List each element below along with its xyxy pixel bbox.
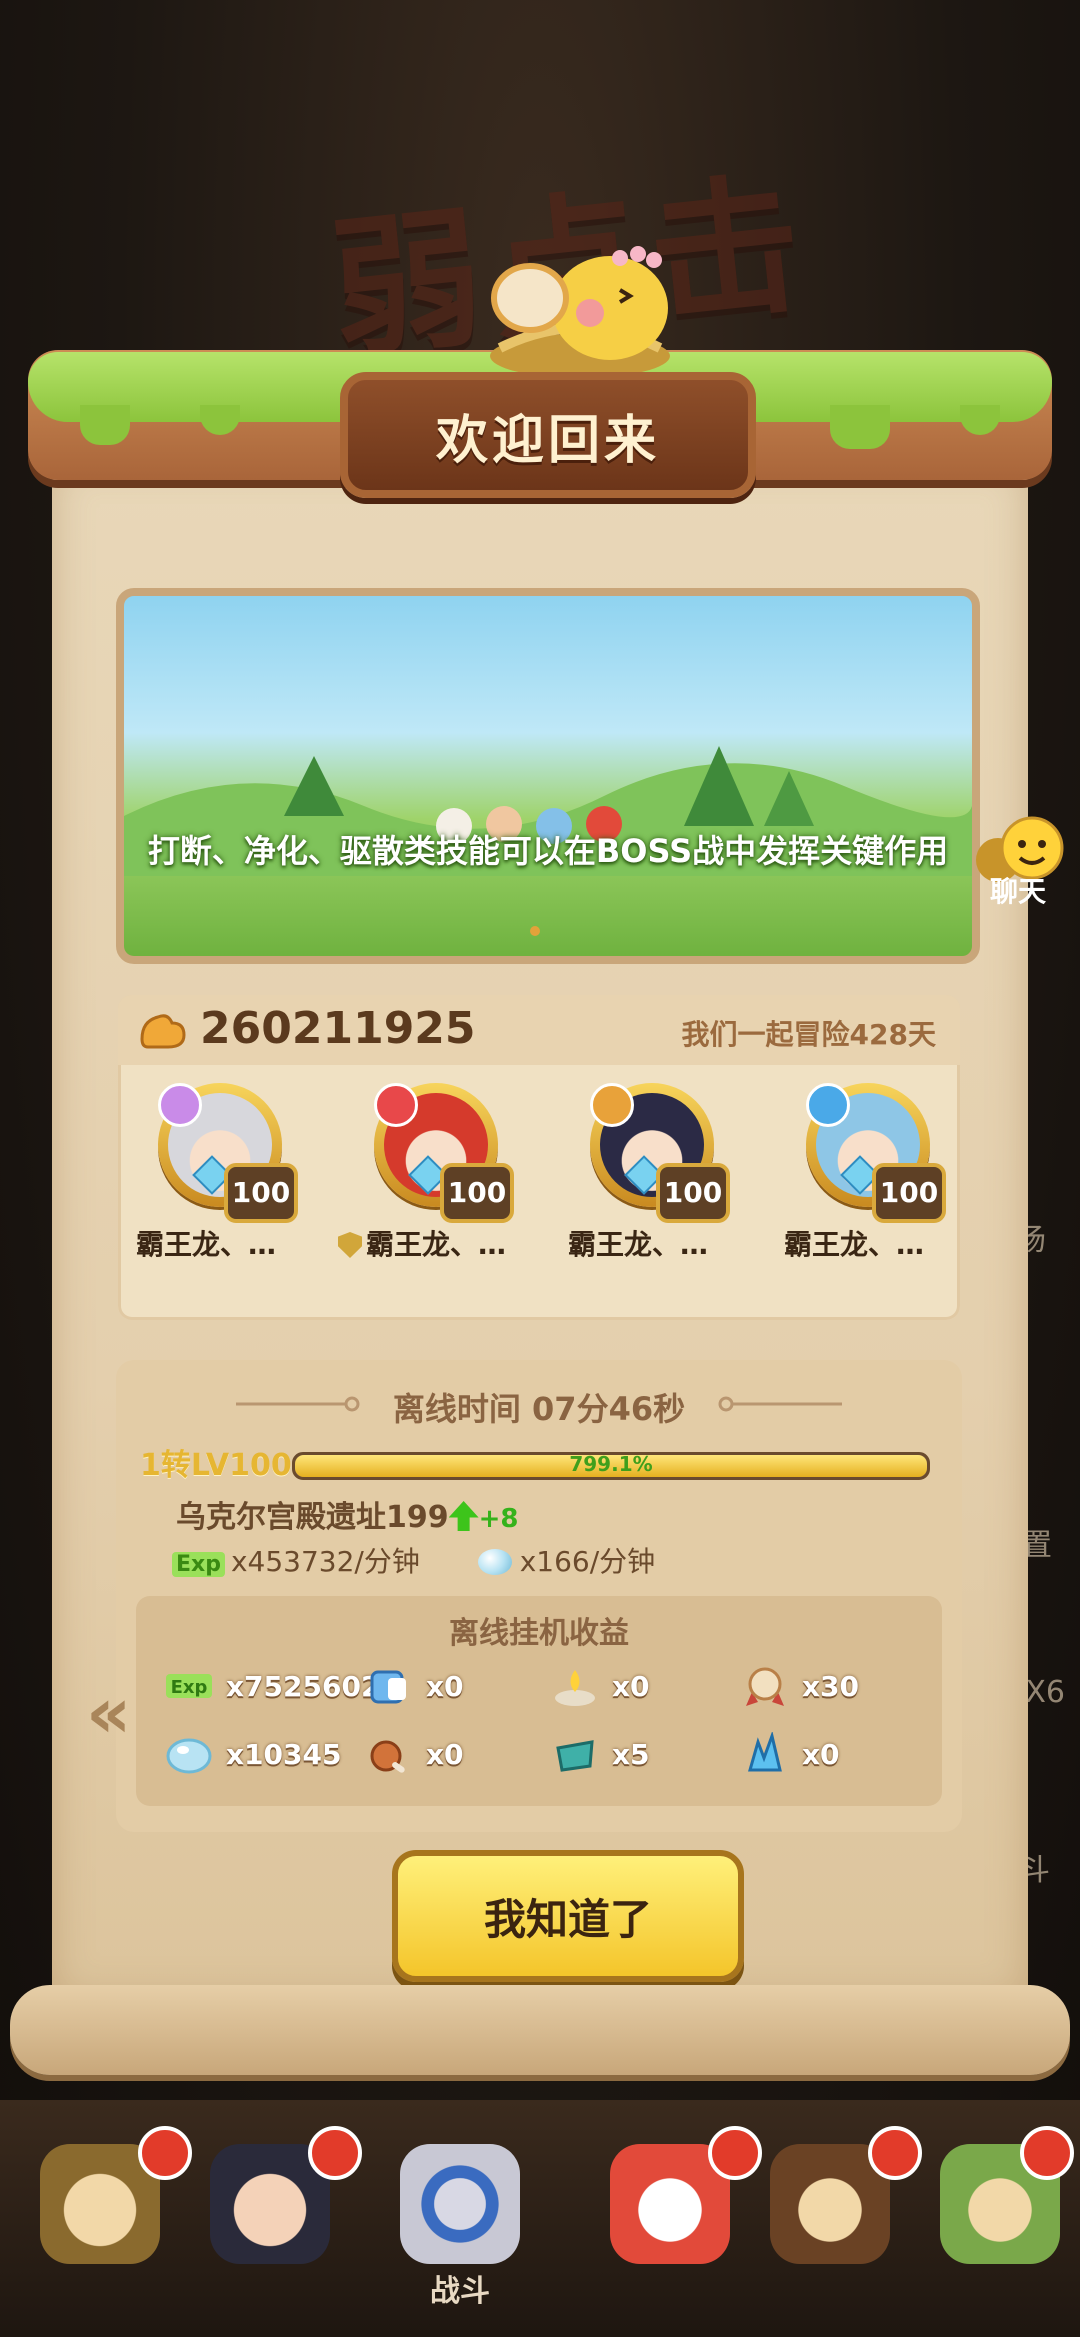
reward-item[interactable]: x0 [366,1730,516,1780]
reward-item[interactable]: x0 [742,1730,892,1780]
team-power-value: 260211925 [200,1003,476,1054]
muscle-power-icon [140,1014,186,1049]
arrow-up-icon [448,1501,479,1531]
grass-drip [830,405,890,449]
bottom-navigation: 战斗 [0,2100,1080,2337]
reward-value: x10345 [226,1738,342,1771]
reward-item[interactable]: x10345 [166,1730,356,1780]
element-icon [158,1083,202,1127]
hero-name: 霸王龙、… [366,1228,507,1261]
reward-item[interactable]: x0 [366,1662,516,1712]
shield-icon [338,1232,362,1258]
reward-value: x0 [426,1670,464,1703]
dialog-title: 欢迎回来 [435,410,660,471]
hero-slot[interactable]: 100 霸王龙、… [338,1083,514,1293]
hero-name-row: 霸王龙、… [338,1223,518,1263]
scroll-bottom-rod [10,1985,1070,2075]
crystal-icon [166,1738,212,1774]
flourish-right-icon [718,1396,842,1412]
team-roster: 260211925 我们一起冒险428天 100 霸王龙、… 100 霸王龙、…… [118,995,960,1320]
reward-value: x7525602 [226,1670,381,1703]
acknowledge-button[interactable]: 我知道了 [392,1850,744,1982]
exp-percent: 799.1% [569,1452,653,1476]
potion-icon [370,1670,406,1704]
reward-value: x0 [612,1670,650,1703]
hero-level-badge: 100 [224,1163,298,1223]
teal-gem-icon [556,1740,594,1772]
tip-banner[interactable]: 打断、净化、驱散类技能可以在BOSS战中发挥关键作用 [116,588,980,964]
element-icon [590,1083,634,1127]
reward-value: x30 [802,1670,860,1703]
svg-text:Exp: Exp [171,1677,208,1698]
offline-earnings-panel: 离线时间 07分46秒 1转LV100 799.1% 乌克尔宫殿遗址199 +8 … [116,1360,962,1832]
rate-row: Exp x453732/分钟 x166/分钟 [172,1540,655,1580]
hero-name: 霸王龙、… [784,1228,925,1261]
hero-name: 霸王龙、… [568,1228,709,1261]
stage-row: 乌克尔宫殿遗址199 +8 [176,1492,519,1536]
reward-value: x0 [802,1738,840,1771]
stage-bonus: +8 [478,1504,519,1534]
reward-item[interactable]: x5 [552,1730,702,1780]
nav-tab[interactable] [20,2114,192,2314]
reward-item[interactable]: x30 [742,1662,892,1712]
banner-tip-text: 打断、净化、驱散类技能可以在BOSS战中发挥关键作用 [147,832,949,870]
exp-icon: Exp [172,1552,225,1577]
reward-value: x5 [612,1738,650,1771]
crystal-icon [477,1549,512,1575]
notification-badge [868,2126,922,2180]
notification-badge [138,2126,192,2180]
hero-level-badge: 100 [440,1163,514,1223]
banner-page-indicator [530,926,540,936]
stage-name: 乌克尔宫殿遗址199 [176,1500,449,1535]
hero-name: 霸王龙、… [136,1228,277,1261]
nav-label: 战斗 [430,2274,490,2309]
hero-level-badge: 100 [656,1163,730,1223]
hero-slot[interactable]: 100 霸王龙、… [136,1083,298,1293]
exp-icon: Exp [166,1674,212,1698]
reward-value: x0 [426,1738,464,1771]
nav-tab[interactable] [750,2114,922,2314]
blue-shard-icon [748,1732,782,1772]
nav-tab[interactable] [190,2114,362,2314]
meat-icon [370,1740,405,1773]
offline-rewards: 离线挂机收益 Exp x7525602 x0 x0 x30 x10345 x0 … [136,1596,942,1806]
hero-level-badge: 100 [872,1163,946,1223]
level-label: 1转LV100 [140,1448,292,1483]
acknowledge-button-label: 我知道了 [483,1894,652,1944]
chick-mascot-icon [490,246,670,378]
hero-slot[interactable]: 100 霸王龙、… [568,1083,730,1293]
rewards-title: 离线挂机收益 [449,1616,629,1651]
grass-drip [80,405,130,445]
nav-tab-battle[interactable]: 战斗 [380,2114,530,2314]
exp-rate: x453732/分钟 [230,1545,420,1578]
element-icon [374,1083,418,1127]
notification-badge [1020,2126,1074,2180]
battle-sword-icon [400,2144,520,2264]
notification-badge [308,2126,362,2180]
chat-label[interactable]: 聊天 [990,870,1046,910]
dialog-title-plaque: 欢迎回来 [340,372,756,498]
nav-tab[interactable] [920,2114,1074,2314]
crystal-rate: x166/分钟 [519,1545,656,1578]
medal-icon [746,1667,784,1706]
reward-item[interactable]: Exp x7525602 [166,1662,380,1712]
collapse-arrow-icon[interactable]: « [86,1672,131,1754]
reward-item[interactable]: x0 [552,1662,702,1712]
candle-icon [555,1670,595,1706]
nav-tab[interactable] [590,2114,762,2314]
roster-header: 260211925 我们一起冒险428天 [118,995,960,1065]
exp-progress-bar: 799.1% [292,1452,930,1480]
hero-slot[interactable]: 100 霸王龙、… [784,1083,946,1293]
element-icon [806,1083,850,1127]
adventure-days: 我们一起冒险428天 [681,1018,936,1051]
